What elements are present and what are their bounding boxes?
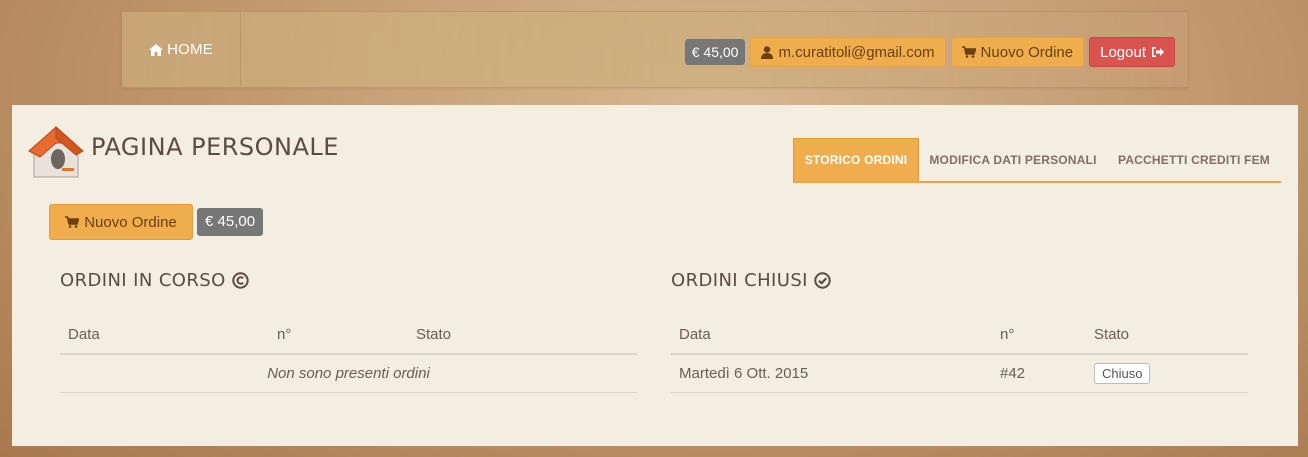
check-circle-icon: [814, 272, 831, 289]
logout-label: Logout: [1100, 43, 1146, 61]
credit-badge: € 45,00: [684, 39, 746, 65]
column-header-number: n°: [992, 316, 1086, 355]
status-badge: Chiuso: [1094, 362, 1151, 384]
order-status-cell: Chiuso: [1086, 354, 1248, 393]
logout-button[interactable]: Logout: [1089, 37, 1175, 67]
order-number: #42: [992, 354, 1086, 393]
home-icon: [149, 43, 164, 56]
open-orders-title-text: ORDINI IN CORSO: [60, 270, 226, 291]
closed-orders-table: Data n° Stato Martedì 6 Ott. 2015 #42 Ch…: [671, 316, 1248, 393]
table-header-row: Data n° Stato: [671, 316, 1248, 355]
column-header-data: Data: [60, 316, 269, 355]
tab-modifica-dati[interactable]: MODIFICA DATI PERSONALI: [919, 138, 1107, 181]
open-orders-title: ORDINI IN CORSO: [60, 270, 249, 291]
home-link[interactable]: HOME: [122, 12, 241, 87]
tab-bar: STORICO ORDINI MODIFICA DATI PERSONALI P…: [793, 138, 1281, 183]
table-row: Non sono presenti ordini: [60, 354, 637, 393]
cart-icon: [65, 216, 80, 228]
cart-icon: [961, 46, 976, 58]
new-order-label: Nuovo Ordine: [84, 213, 177, 231]
top-navbar: HOME € 45,00 m.curatitoli@gmail.com Nuov…: [121, 11, 1188, 88]
page-title: PAGINA PERSONALE: [91, 133, 339, 161]
column-header-number: n°: [269, 316, 408, 355]
sign-out-icon: [1152, 47, 1164, 57]
user-account-button[interactable]: m.curatitoli@gmail.com: [750, 37, 946, 67]
table-row[interactable]: Martedì 6 Ott. 2015 #42 Chiuso: [671, 354, 1248, 393]
main-panel: PAGINA PERSONALE STORICO ORDINI MODIFICA…: [12, 105, 1298, 446]
empty-orders-message: Non sono presenti ordini: [60, 354, 637, 393]
copyright-icon: [231, 272, 249, 289]
closed-orders-title-text: ORDINI CHIUSI: [671, 270, 808, 291]
credit-badge: € 45,00: [197, 208, 264, 236]
home-label: HOME: [167, 41, 213, 58]
user-email: m.curatitoli@gmail.com: [778, 43, 935, 61]
order-date: Martedì 6 Ott. 2015: [671, 354, 992, 393]
open-orders-table: Data n° Stato Non sono presenti ordini: [60, 316, 637, 393]
tab-pacchetti-crediti[interactable]: PACCHETTI CREDITI FEM: [1107, 138, 1281, 181]
new-order-button[interactable]: Nuovo Ordine: [49, 204, 193, 240]
table-header-row: Data n° Stato: [60, 316, 637, 355]
closed-orders-title: ORDINI CHIUSI: [671, 270, 831, 291]
new-order-label: Nuovo Ordine: [980, 43, 1074, 61]
user-icon: [761, 45, 774, 59]
tab-storico-ordini[interactable]: STORICO ORDINI: [793, 138, 919, 181]
birdhouse-logo-icon: [28, 125, 84, 178]
column-header-stato: Stato: [408, 316, 637, 355]
column-header-stato: Stato: [1086, 316, 1248, 355]
new-order-nav-button[interactable]: Nuovo Ordine: [950, 37, 1085, 67]
column-header-data: Data: [671, 316, 992, 355]
